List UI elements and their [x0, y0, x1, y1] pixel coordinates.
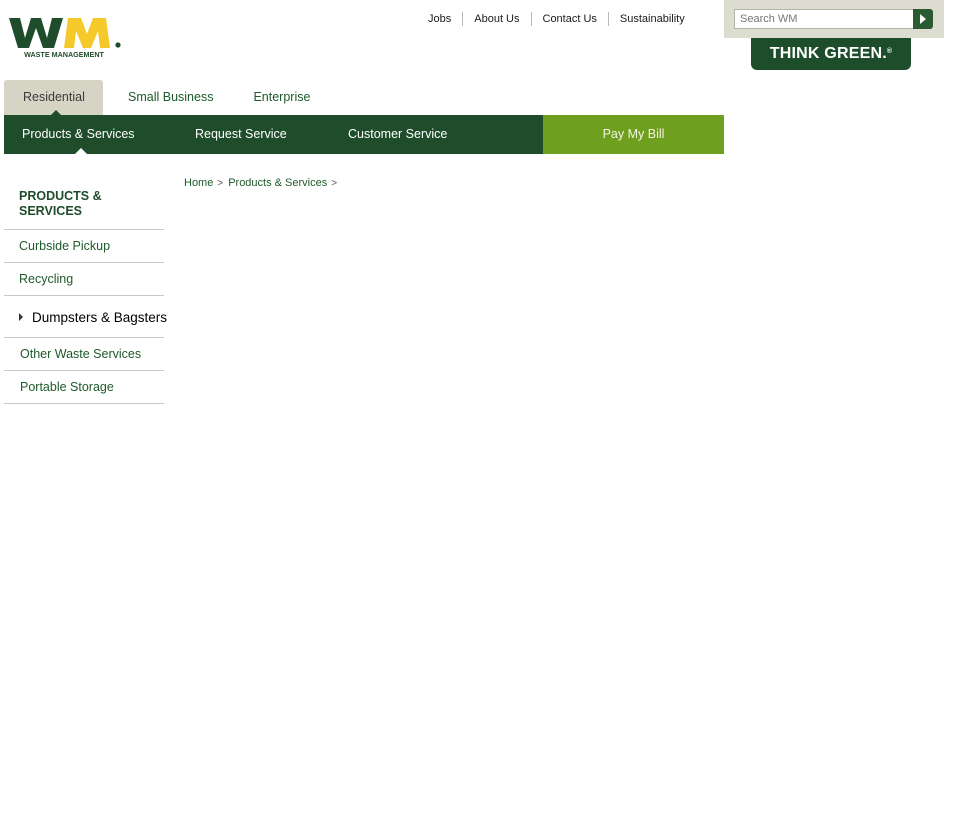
utility-link-contact-us[interactable]: Contact Us	[530, 12, 608, 26]
sidebar: PRODUCTS & SERVICES Curbside Pickup Recy…	[4, 180, 168, 404]
search-area	[724, 0, 944, 38]
wm-logo-graphic: WASTE MANAGEMENT	[9, 18, 121, 59]
caret-right-icon	[19, 313, 23, 322]
tab-residential[interactable]: Residential	[4, 80, 103, 115]
think-green-banner[interactable]: THINK GREEN. ®	[751, 38, 911, 70]
logo-tagline: WASTE MANAGEMENT	[24, 50, 104, 59]
nav-pay-my-bill[interactable]: Pay My Bill	[543, 115, 724, 154]
sidebar-item-recycling[interactable]: Recycling	[4, 262, 164, 295]
search-button[interactable]	[913, 9, 933, 29]
sidebar-divider	[4, 403, 164, 404]
search-input[interactable]	[734, 9, 918, 29]
utility-link-about-us[interactable]: About Us	[462, 12, 530, 26]
breadcrumb: Home > Products & Services >	[184, 177, 342, 189]
utility-link-sustainability[interactable]: Sustainability	[607, 12, 696, 26]
sidebar-title-line2: SERVICES	[19, 204, 82, 218]
nav-request-service[interactable]: Request Service	[177, 115, 330, 154]
breadcrumb-separator: >	[331, 177, 338, 189]
breadcrumb-products-services[interactable]: Products & Services	[228, 177, 327, 189]
audience-tabs: Residential Small Business Enterprise	[4, 80, 329, 115]
breadcrumb-home[interactable]: Home	[184, 177, 213, 189]
sidebar-item-label: Dumpsters & Bagsters	[32, 310, 168, 325]
wm-logo[interactable]: WASTE MANAGEMENT	[9, 14, 125, 60]
think-green-text: THINK GREEN.	[769, 45, 887, 62]
tab-small-business[interactable]: Small Business	[103, 80, 234, 115]
think-green-registered: ®	[886, 47, 893, 55]
main-nav: Products & Services Request Service Cust…	[4, 115, 724, 154]
sidebar-item-dumpsters-bagsters[interactable]: Dumpsters & Bagsters	[4, 295, 168, 337]
utility-nav: Jobs About Us Contact Us Sustainability	[417, 12, 696, 26]
utility-link-jobs[interactable]: Jobs	[417, 12, 462, 26]
sidebar-item-other-waste-services[interactable]: Other Waste Services	[4, 337, 164, 370]
nav-customer-service[interactable]: Customer Service	[330, 115, 525, 154]
tab-enterprise[interactable]: Enterprise	[234, 80, 329, 115]
sidebar-title-line1: PRODUCTS &	[19, 189, 102, 203]
breadcrumb-separator: >	[217, 177, 224, 189]
sidebar-item-curbside-pickup[interactable]: Curbside Pickup	[4, 229, 164, 262]
sidebar-title: PRODUCTS & SERVICES	[4, 180, 164, 229]
arrow-right-icon	[920, 14, 926, 24]
nav-products-services[interactable]: Products & Services	[4, 115, 177, 154]
sidebar-item-portable-storage[interactable]: Portable Storage	[4, 370, 164, 403]
